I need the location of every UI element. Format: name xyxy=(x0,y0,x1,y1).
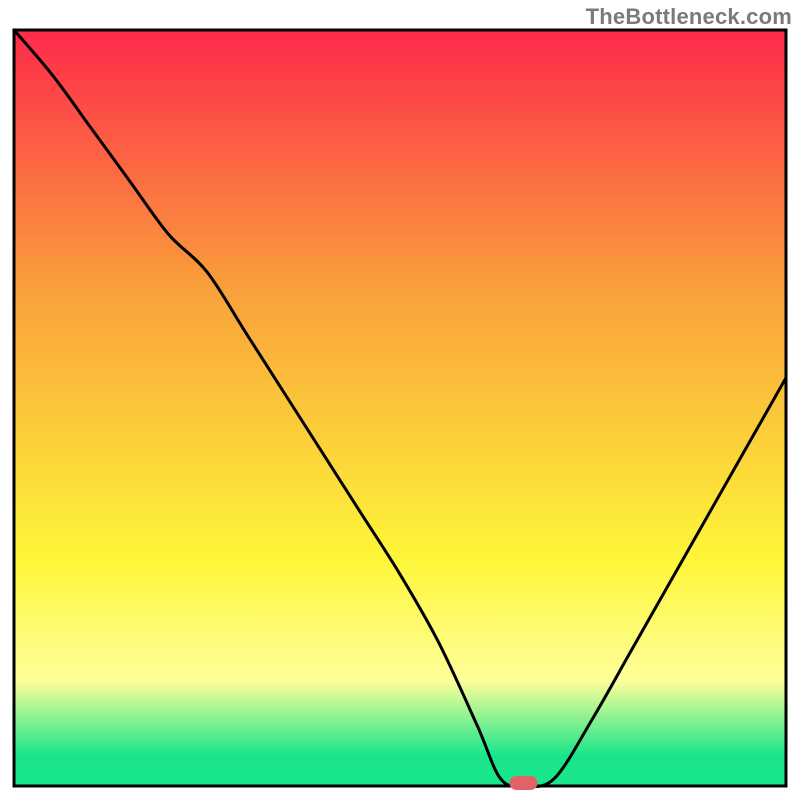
optimal-marker xyxy=(510,776,538,790)
gradient-background xyxy=(14,30,786,786)
plot-area xyxy=(14,30,786,790)
plot-svg xyxy=(0,0,800,800)
bottleneck-chart: TheBottleneck.com xyxy=(0,0,800,800)
watermark-text: TheBottleneck.com xyxy=(586,4,792,30)
